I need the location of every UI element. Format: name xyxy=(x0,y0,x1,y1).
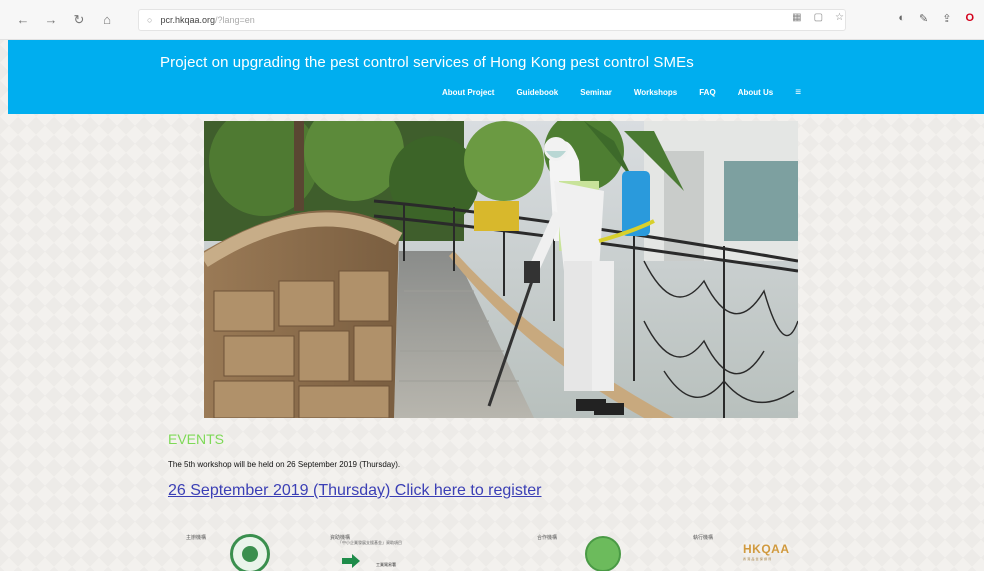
menu-icon[interactable]: ≡ xyxy=(795,88,801,98)
arrow-logo-icon[interactable] xyxy=(342,554,360,568)
sponsor-funding: 資助機構 「中小企業發展支援基金」資助項目 工業貿易署 xyxy=(330,526,402,568)
nav-about-us[interactable]: About Us xyxy=(738,88,774,97)
nav-seminar[interactable]: Seminar xyxy=(580,88,612,97)
qr-code-icon[interactable]: ▦ xyxy=(792,12,801,23)
sponsor-organiser: 主辦機構 xyxy=(186,526,270,571)
hkqaa-logo-subtitle: 香港品質保證局 xyxy=(743,557,773,561)
pen-icon[interactable]: ✎ xyxy=(919,12,928,25)
reload-icon[interactable]: ↻ xyxy=(68,9,90,31)
hero-image xyxy=(204,121,798,418)
lock-icon: ○ xyxy=(147,15,153,25)
address-bar[interactable]: ○ pcr.hkqaa.org /?lang=en xyxy=(138,9,846,31)
sponsor-implementer: 執行機構 HKQAA 香港品質保證局 xyxy=(693,526,789,561)
back-icon[interactable]: ← xyxy=(12,9,34,31)
opera-icon[interactable]: O xyxy=(965,12,974,25)
url-host: pcr.hkqaa.org xyxy=(160,15,215,25)
forward-icon[interactable]: → xyxy=(40,9,62,31)
funding-agency: 工業貿易署 xyxy=(376,562,396,567)
funding-programme: 「中小企業發展支援基金」資助項目 xyxy=(338,540,402,545)
sponsor-label: 主辦機構 xyxy=(186,535,207,541)
sponsor-label: 執行機構 xyxy=(693,535,714,541)
bookmark-star-icon[interactable]: ☆ xyxy=(835,12,844,23)
home-icon[interactable]: ⌂ xyxy=(96,9,118,31)
nav-workshops[interactable]: Workshops xyxy=(634,88,677,97)
share-icon[interactable]: ⇪ xyxy=(942,12,951,25)
events-description: The 5th workshop will be held on 26 Sept… xyxy=(168,460,401,469)
events-heading: EVENTS xyxy=(168,431,225,447)
nav-faq[interactable]: FAQ xyxy=(699,88,715,97)
partner-logo-icon[interactable] xyxy=(585,536,621,571)
register-link[interactable]: 26 September 2019 (Thursday) Click here … xyxy=(168,482,542,500)
url-path: /?lang=en xyxy=(214,15,255,25)
organiser-logo-icon[interactable] xyxy=(230,534,270,571)
reader-view-icon[interactable]: ▢ xyxy=(814,12,823,23)
site-title[interactable]: Project on upgrading the pest control se… xyxy=(160,54,694,71)
nav-about-project[interactable]: About Project xyxy=(442,88,494,97)
site-header: Project on upgrading the pest control se… xyxy=(8,40,984,114)
nav-guidebook[interactable]: Guidebook xyxy=(516,88,558,97)
extension-icon[interactable]: ◐ xyxy=(898,12,905,25)
sponsor-label: 合作機構 xyxy=(537,535,558,541)
main-nav: About Project Guidebook Seminar Workshop… xyxy=(442,88,801,98)
browser-toolbar: ← → ↻ ⌂ ○ pcr.hkqaa.org /?lang=en ▦ ▢ ☆ … xyxy=(0,0,984,40)
sponsor-partner: 合作機構 xyxy=(537,526,621,571)
hkqaa-logo[interactable]: HKQAA xyxy=(743,542,790,556)
